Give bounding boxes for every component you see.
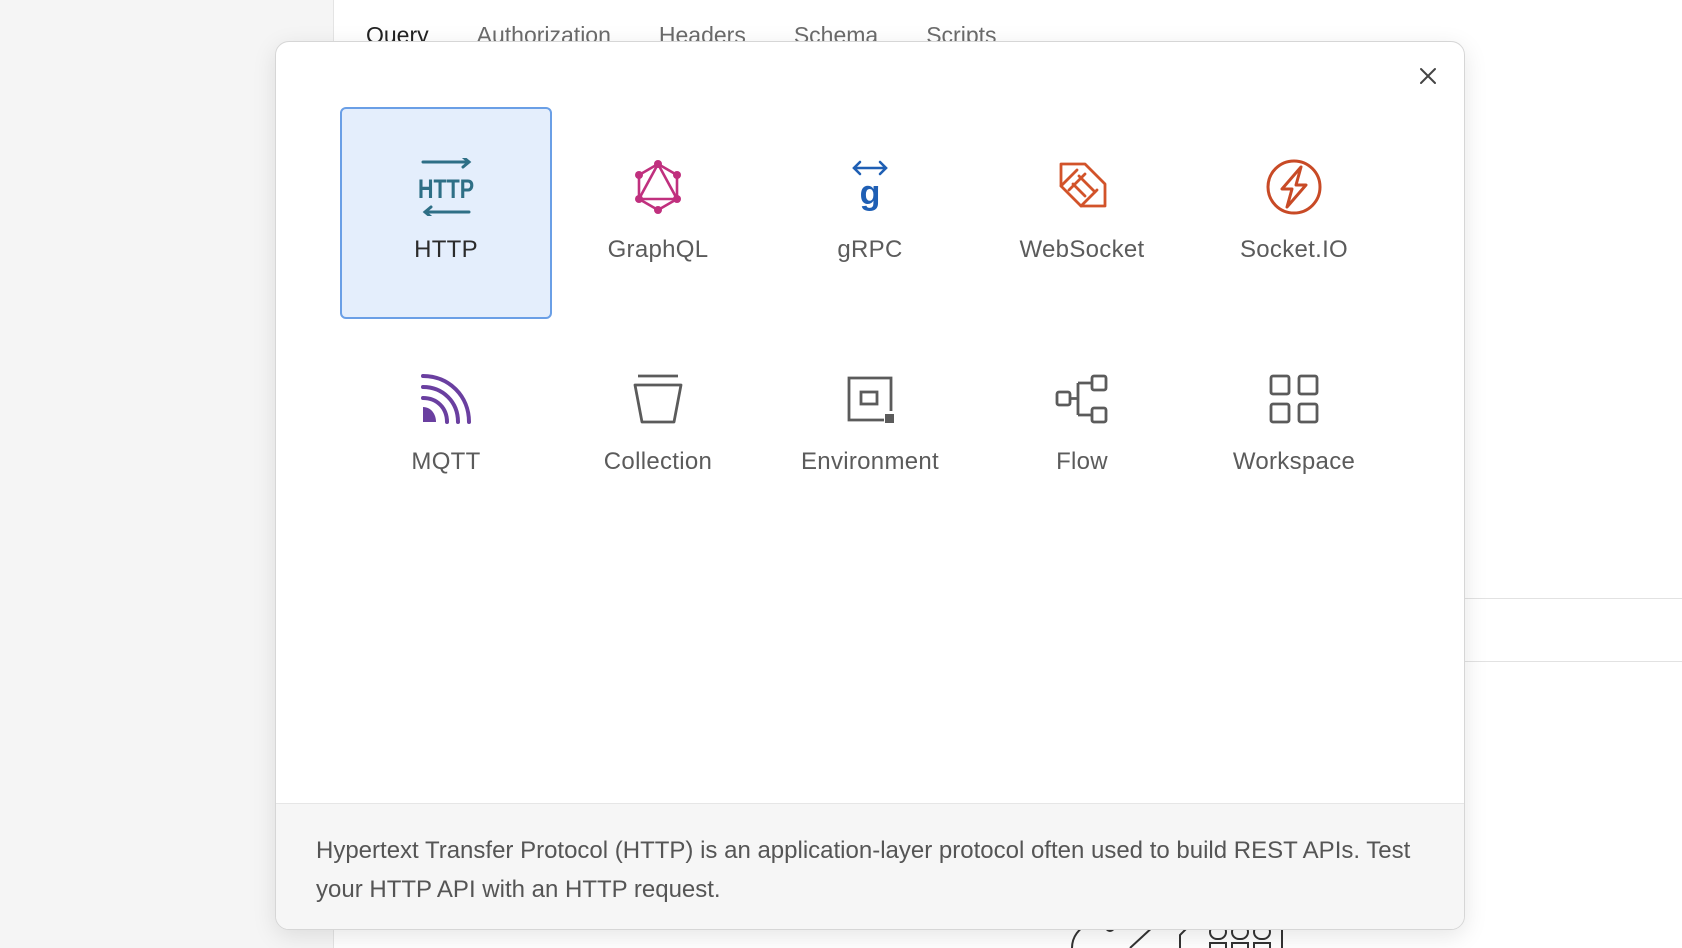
type-description: Hypertext Transfer Protocol (HTTP) is an… xyxy=(276,803,1464,929)
type-websocket[interactable]: WebSocket xyxy=(976,107,1188,319)
type-graphql[interactable]: GraphQL xyxy=(552,107,764,319)
socketio-icon xyxy=(1262,155,1326,219)
environment-icon xyxy=(838,367,902,431)
type-label: Workspace xyxy=(1232,448,1356,475)
type-label: GraphQL xyxy=(607,236,709,263)
close-icon xyxy=(1420,68,1436,84)
type-flow[interactable]: Flow xyxy=(976,319,1188,531)
item-type-grid: HTTP HTTP GraphQL g gRPC WebSocket Socke… xyxy=(340,107,1400,531)
svg-text:HTTP: HTTP xyxy=(418,174,474,204)
type-label: HTTP xyxy=(414,236,478,263)
graphql-icon xyxy=(626,155,690,219)
type-collection[interactable]: Collection xyxy=(552,319,764,531)
workspace-icon xyxy=(1262,367,1326,431)
type-mqtt[interactable]: MQTT xyxy=(340,319,552,531)
flow-icon xyxy=(1050,367,1114,431)
grpc-icon: g xyxy=(838,155,902,219)
type-environment[interactable]: Environment xyxy=(764,319,976,531)
type-http[interactable]: HTTP HTTP xyxy=(340,107,552,319)
type-label: Collection xyxy=(603,448,713,475)
divider xyxy=(1460,661,1682,662)
close-button[interactable] xyxy=(1410,58,1446,94)
collection-icon xyxy=(626,367,690,431)
http-icon: HTTP xyxy=(414,155,478,219)
type-label: gRPC xyxy=(837,236,903,263)
type-label: Flow xyxy=(1056,448,1108,475)
type-label: WebSocket xyxy=(1019,236,1145,263)
mqtt-icon xyxy=(414,367,478,431)
svg-text:g: g xyxy=(860,174,881,212)
type-workspace[interactable]: Workspace xyxy=(1188,319,1400,531)
create-new-dialog: HTTP HTTP GraphQL g gRPC WebSocket Socke… xyxy=(275,41,1465,930)
type-socketio[interactable]: Socket.IO xyxy=(1188,107,1400,319)
type-label: MQTT xyxy=(411,448,481,475)
type-grpc[interactable]: g gRPC xyxy=(764,107,976,319)
divider xyxy=(1460,598,1682,599)
type-label: Environment xyxy=(800,448,940,475)
type-label: Socket.IO xyxy=(1239,236,1349,263)
websocket-icon xyxy=(1050,155,1114,219)
